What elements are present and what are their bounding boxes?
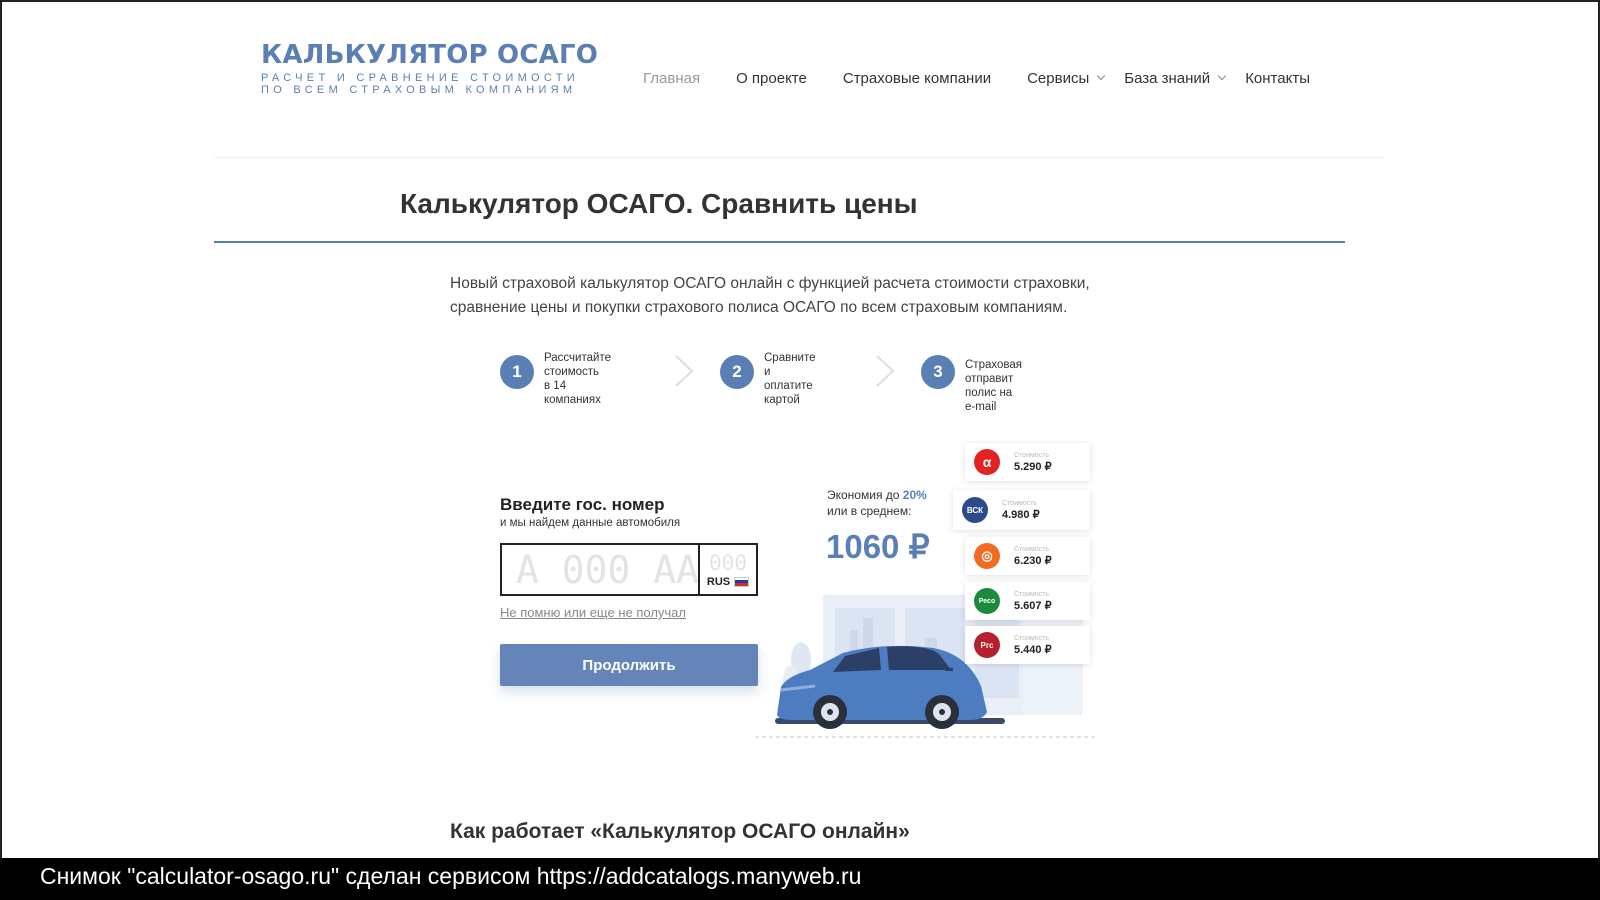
chevron-down-icon: [1217, 71, 1227, 81]
price-info: Стоимость 6.230 ₽: [1014, 545, 1052, 568]
price-info: Стоимость 4.980 ₽: [1002, 499, 1040, 522]
price-card: α Стоимость 5.290 ₽: [965, 443, 1090, 481]
step-number: 3: [921, 355, 955, 389]
vsk-logo-icon: ВСК: [962, 497, 988, 523]
page-title: Калькулятор ОСАГО. Сравнить цены: [400, 188, 918, 219]
savings-prefix: Экономия до: [827, 488, 903, 502]
price-label: Стоимость: [1014, 634, 1050, 642]
nav-item-label: Сервисы: [1027, 70, 1090, 87]
site-logo[interactable]: КАЛЬКУЛЯТОР ОСАГО РАСЧЕТ И СРАВНЕНИЕ СТО…: [261, 40, 598, 96]
plate-country: RUS: [706, 575, 750, 588]
alfa-logo-icon: α: [974, 449, 1000, 475]
step-text: Рассчитайте стоимость в 14 компаниях: [544, 352, 611, 406]
savings-line2: или в среднем:: [827, 504, 912, 518]
price-value: 5.440 ₽: [1014, 643, 1052, 656]
savings-amount: 1060 ₽: [826, 528, 930, 565]
license-plate-field: 000 RUS: [500, 543, 758, 596]
nav-item-label: О проекте: [736, 70, 807, 87]
nav-item-insurers[interactable]: Страховые компании: [843, 70, 991, 87]
flag-stripe-red: [735, 582, 749, 586]
chevron-down-icon: [1096, 71, 1106, 81]
intro-line: сравнение цены и покупки страхового поли…: [450, 299, 1068, 316]
country-code: RUS: [706, 575, 731, 588]
nav-item-contacts[interactable]: Контакты: [1245, 70, 1310, 87]
continue-button[interactable]: Продолжить: [500, 644, 758, 686]
logo-subtitle-line1: РАСЧЕТ И СРАВНЕНИЕ СТОИМОСТИ: [261, 72, 580, 84]
price-card: Ресо Стоимость 5.607 ₽: [965, 582, 1090, 620]
price-label: Стоимость: [1002, 499, 1038, 507]
russia-flag-icon: [734, 576, 750, 587]
price-card: Ргс Стоимость 5.440 ₽: [965, 626, 1090, 664]
forgot-plate-link[interactable]: Не помню или еще не получал: [500, 605, 686, 620]
browser-frame: [0, 0, 1600, 900]
chevron-right-icon: [675, 355, 694, 387]
intro-text: Новый страховой калькулятор ОСАГО онлайн…: [450, 272, 1150, 320]
nav-item-services[interactable]: Сервисы: [1027, 70, 1106, 87]
logo-subtitle-line2: ПО ВСЕМ СТРАХОВЫМ КОМПАНИЯМ: [261, 84, 577, 96]
nav-item-label: Главная: [643, 70, 701, 87]
plate-form-title: Введите гос. номер: [500, 495, 665, 514]
price-info: Стоимость 5.440 ₽: [1014, 634, 1052, 657]
nav-item-home[interactable]: Главная: [643, 70, 700, 87]
reso-logo-icon: Ресо: [974, 588, 1000, 614]
savings-text: Экономия до 20% или в среднем:: [827, 487, 927, 519]
savings-percent: 20%: [902, 488, 927, 502]
intro-line: Новый страховой калькулятор ОСАГО онлайн…: [450, 275, 1090, 292]
nav-item-label: Контакты: [1245, 70, 1310, 87]
price-info: Стоимость 5.290 ₽: [1014, 451, 1052, 474]
price-label: Стоимость: [1014, 545, 1050, 553]
plate-region-placeholder: 000: [709, 550, 747, 575]
price-value: 6.230 ₽: [1014, 554, 1052, 567]
price-card: ВСК Стоимость 4.980 ₽: [953, 490, 1090, 530]
header-divider: [214, 157, 1385, 158]
title-underline: [214, 241, 1345, 243]
nav-item-knowledge-base[interactable]: База знаний: [1124, 70, 1227, 87]
price-label: Стоимость: [1014, 451, 1050, 459]
step-text: Сравните и оплатите картой: [764, 352, 816, 406]
section-heading: Как работает «Калькулятор ОСАГО онлайн»: [450, 820, 910, 843]
chevron-right-icon: [876, 355, 895, 387]
step-number: 1: [500, 355, 534, 389]
rgs-logo-icon: Ргс: [974, 632, 1000, 658]
nav-item-label: Страховые компании: [842, 70, 992, 87]
nav-item-about[interactable]: О проекте: [736, 70, 807, 87]
price-value: 5.607 ₽: [1014, 599, 1052, 612]
insurer-logo-icon: ◎: [974, 543, 1000, 569]
logo-title: КАЛЬКУЛЯТОР ОСАГО: [261, 40, 599, 70]
plate-region-block[interactable]: 000 RUS: [698, 545, 756, 594]
price-value: 5.290 ₽: [1014, 460, 1052, 473]
price-card: ◎ Стоимость 6.230 ₽: [965, 537, 1090, 575]
price-info: Стоимость 5.607 ₽: [1014, 590, 1052, 613]
plate-number-input[interactable]: [502, 545, 698, 594]
nav-item-label: База знаний: [1124, 70, 1211, 87]
price-value: 4.980 ₽: [1002, 508, 1040, 521]
main-nav: Главная О проекте Страховые компании Сер…: [643, 70, 1310, 87]
plate-form-subtitle: и мы найдем данные автомобиля: [500, 517, 681, 529]
step-text: Страховая отправит полис на e-mail: [965, 359, 1022, 413]
screenshot-caption: Снимок "calculator-osago.ru" сделан серв…: [40, 863, 862, 889]
step-number: 2: [720, 355, 754, 389]
price-label: Стоимость: [1014, 590, 1050, 598]
